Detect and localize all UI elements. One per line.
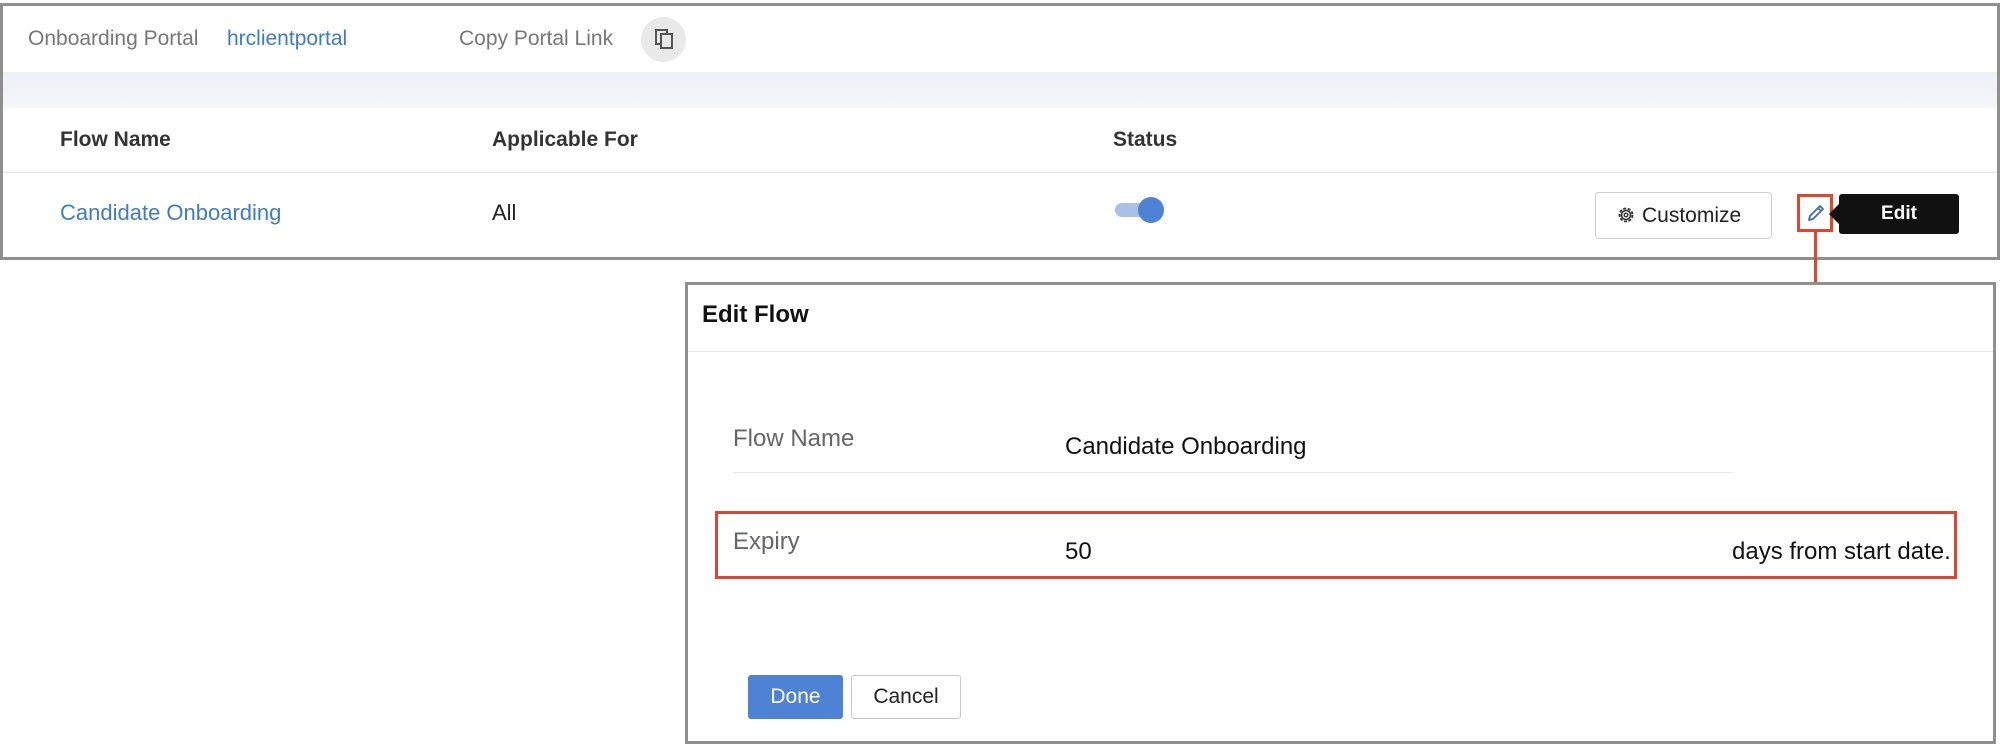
customize-button[interactable]: Customize	[1595, 192, 1772, 239]
dialog-title: Edit Flow	[702, 301, 809, 328]
toggle-knob	[1138, 197, 1164, 223]
table-row: Candidate Onboarding All Customize Edit	[3, 174, 1997, 257]
flow-name-field[interactable]: Candidate Onboarding	[1065, 433, 1307, 461]
cancel-button[interactable]: Cancel	[851, 675, 961, 719]
copy-portal-link-button[interactable]	[641, 17, 686, 62]
done-button[interactable]: Done	[748, 675, 843, 719]
divider	[733, 472, 1733, 473]
portal-name-link[interactable]: hrclientportal	[227, 24, 347, 54]
expiry-suffix: days from start date.	[1732, 538, 1951, 565]
header-band	[3, 72, 1997, 108]
copy-icon	[655, 29, 673, 49]
column-header-flow-name: Flow Name	[60, 128, 171, 151]
flow-name-link[interactable]: Candidate Onboarding	[60, 200, 281, 226]
status-toggle[interactable]	[1113, 194, 1169, 224]
callout-connector	[1814, 229, 1817, 284]
flows-panel: Onboarding Portal hrclientportal Copy Po…	[0, 3, 2000, 260]
table-header: Flow Name Applicable For Status	[3, 108, 1997, 173]
edit-tooltip: Edit	[1829, 194, 1959, 234]
pencil-icon	[1808, 205, 1824, 221]
portal-bar: Onboarding Portal hrclientportal Copy Po…	[3, 6, 1997, 72]
applicable-for-cell: All	[492, 200, 517, 225]
flow-name-label: Flow Name	[733, 425, 855, 452]
copy-portal-link-label: Copy Portal Link	[459, 27, 614, 50]
column-header-status: Status	[1113, 128, 1178, 151]
expiry-label: Expiry	[733, 528, 800, 555]
column-header-applicable-for: Applicable For	[492, 128, 638, 151]
expiry-field[interactable]: 50	[1065, 538, 1092, 566]
gear-icon	[1618, 207, 1634, 223]
divider	[688, 351, 1993, 352]
customize-label: Customize	[1642, 204, 1742, 227]
edit-button[interactable]	[1797, 194, 1833, 232]
portal-label: Onboarding Portal	[28, 27, 199, 50]
edit-flow-dialog: Edit Flow Flow Name Candidate Onboarding…	[685, 282, 1996, 744]
